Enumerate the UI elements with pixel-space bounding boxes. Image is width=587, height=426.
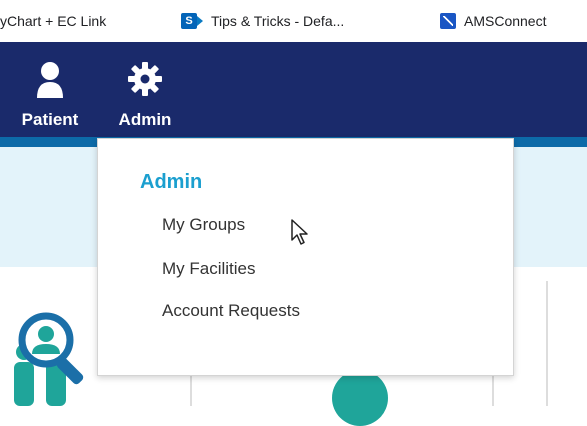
person-icon — [37, 62, 63, 98]
menu-item-account-requests[interactable]: Account Requests — [162, 301, 300, 321]
admin-dropdown-menu: Admin My Groups My Facilities Account Re… — [97, 138, 514, 376]
sharepoint-icon: S — [181, 13, 203, 29]
bookmark-ychart[interactable]: yChart + EC Link — [0, 0, 106, 42]
check-circle-icon — [332, 370, 388, 426]
bookmark-label: yChart + EC Link — [0, 13, 107, 29]
bookmarks-bar: yChart + EC Link S Tips & Tricks - Defa.… — [0, 0, 587, 42]
menu-item-my-facilities[interactable]: My Facilities — [162, 259, 256, 279]
dashboard-card[interactable] — [546, 281, 587, 406]
menu-item-my-groups[interactable]: My Groups — [162, 215, 245, 235]
nav-patient[interactable]: Patient — [10, 42, 90, 137]
bookmark-amsconnect[interactable]: AMSConnect — [440, 0, 546, 42]
mouse-cursor-icon — [291, 219, 308, 245]
bookmark-label: Tips & Tricks - Defa... — [211, 13, 345, 29]
gear-icon — [128, 62, 162, 96]
nav-admin[interactable]: Admin — [105, 42, 185, 137]
amsconnect-icon — [440, 13, 456, 29]
bookmark-tips-tricks[interactable]: S Tips & Tricks - Defa... — [181, 0, 344, 42]
users-search-icon — [14, 312, 84, 406]
bookmark-label: AMSConnect — [464, 13, 547, 29]
top-nav: Patient Admin — [0, 42, 587, 137]
nav-patient-label: Patient — [21, 110, 79, 129]
nav-admin-label: Admin — [118, 110, 172, 129]
dropdown-heading: Admin — [140, 171, 203, 193]
